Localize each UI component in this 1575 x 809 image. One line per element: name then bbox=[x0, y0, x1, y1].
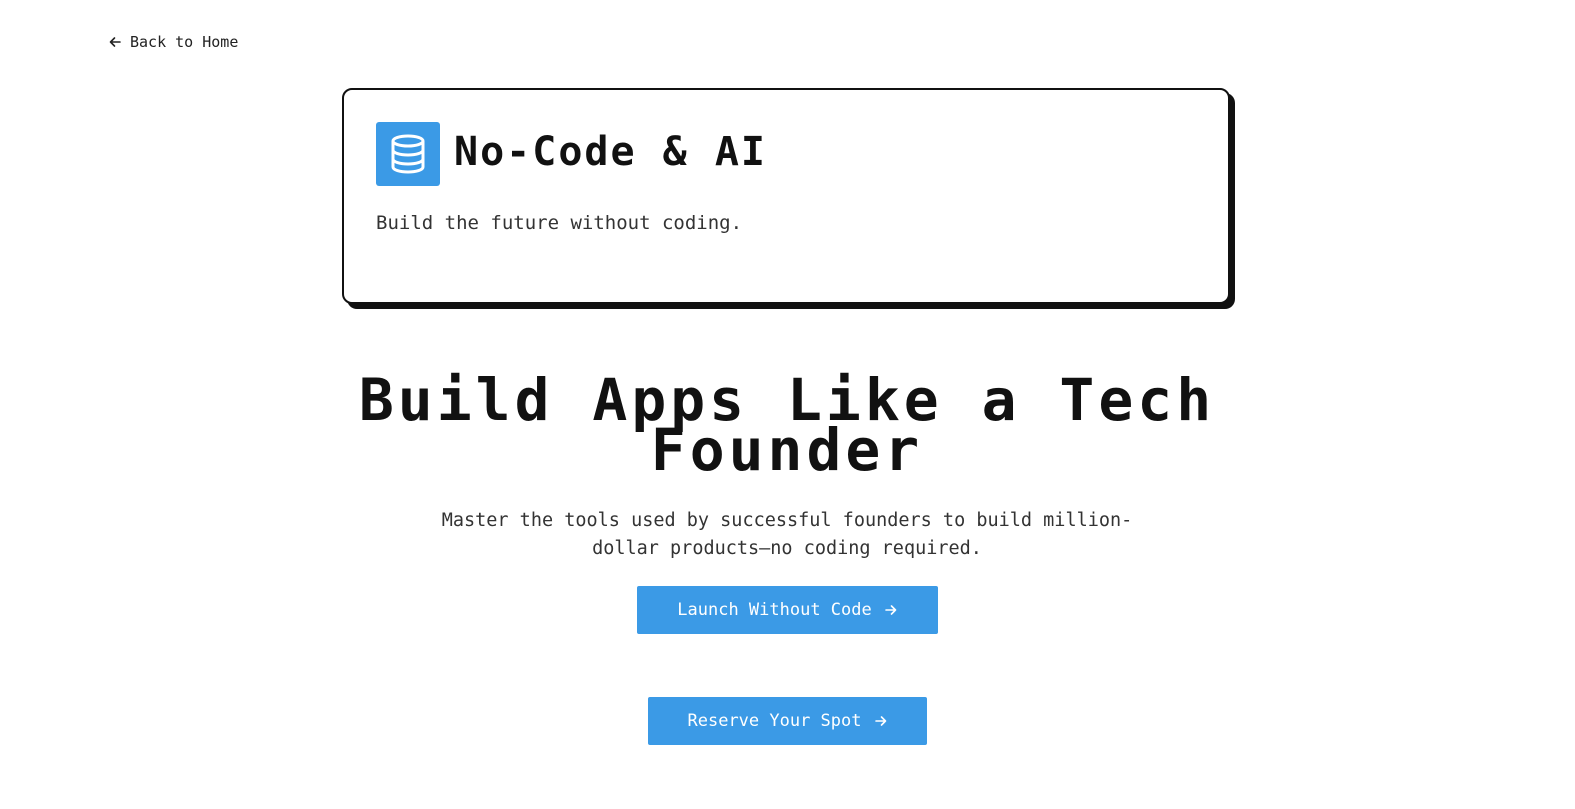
reserve-your-spot-button[interactable]: Reserve Your Spot bbox=[648, 697, 927, 745]
arrow-right-icon bbox=[874, 714, 888, 728]
card-description: Build the future without coding. bbox=[376, 212, 743, 234]
arrow-right-icon bbox=[884, 603, 898, 617]
card-title: No-Code & AI bbox=[454, 129, 767, 175]
hero-subheading: Master the tools used by successful foun… bbox=[441, 510, 1133, 559]
database-icon bbox=[376, 122, 440, 186]
arrow-left-icon bbox=[108, 35, 122, 49]
back-to-home-link[interactable]: Back to Home bbox=[108, 33, 238, 51]
launch-button-label: Launch Without Code bbox=[677, 600, 872, 620]
category-card: No-Code & AI Build the future without co… bbox=[342, 88, 1230, 304]
back-to-home-label: Back to Home bbox=[130, 33, 239, 51]
reserve-button-label: Reserve Your Spot bbox=[687, 711, 862, 731]
launch-without-code-button[interactable]: Launch Without Code bbox=[637, 586, 938, 634]
hero-heading: Build Apps Like a Tech Founder bbox=[358, 366, 1216, 484]
